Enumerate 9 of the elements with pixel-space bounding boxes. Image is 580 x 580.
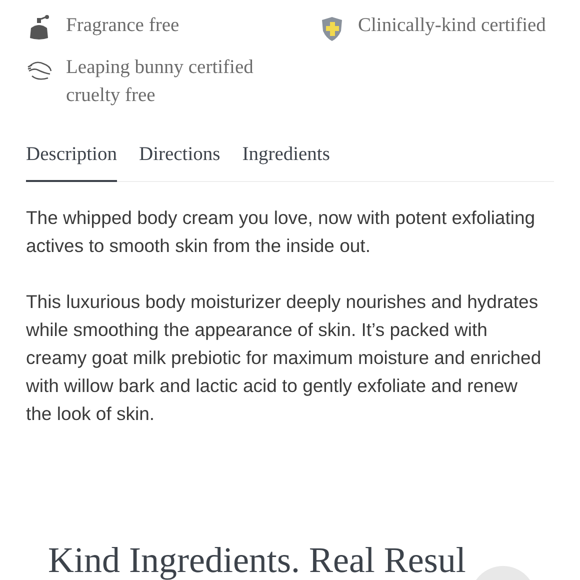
feature-label: Clinically-kind certified	[358, 14, 546, 38]
section-heading: Kind Ingredients. Real Resul	[48, 540, 466, 580]
description-paragraph: This luxurious body moisturizer deeply nourishes and hydrates while smoothing the appearance of skin. It’s packed with creamy goat milk prebiotic for maximum moisture and enriched with willow bark and lactic acid to gently exfoliate and renew the look of skin.	[26, 290, 542, 426]
tab[interactable]: Directions	[138, 140, 220, 182]
tab[interactable]: Description	[26, 140, 117, 182]
feature-label: Fragrance free	[66, 14, 180, 38]
tab[interactable]: Ingredients	[242, 140, 330, 182]
description-paragraph: The whipped body cream you love, now with potent exfoliating actives to smooth skin from the inside out.	[26, 206, 536, 258]
feature-label: Leaping bunny certified cruelty free	[66, 56, 254, 108]
